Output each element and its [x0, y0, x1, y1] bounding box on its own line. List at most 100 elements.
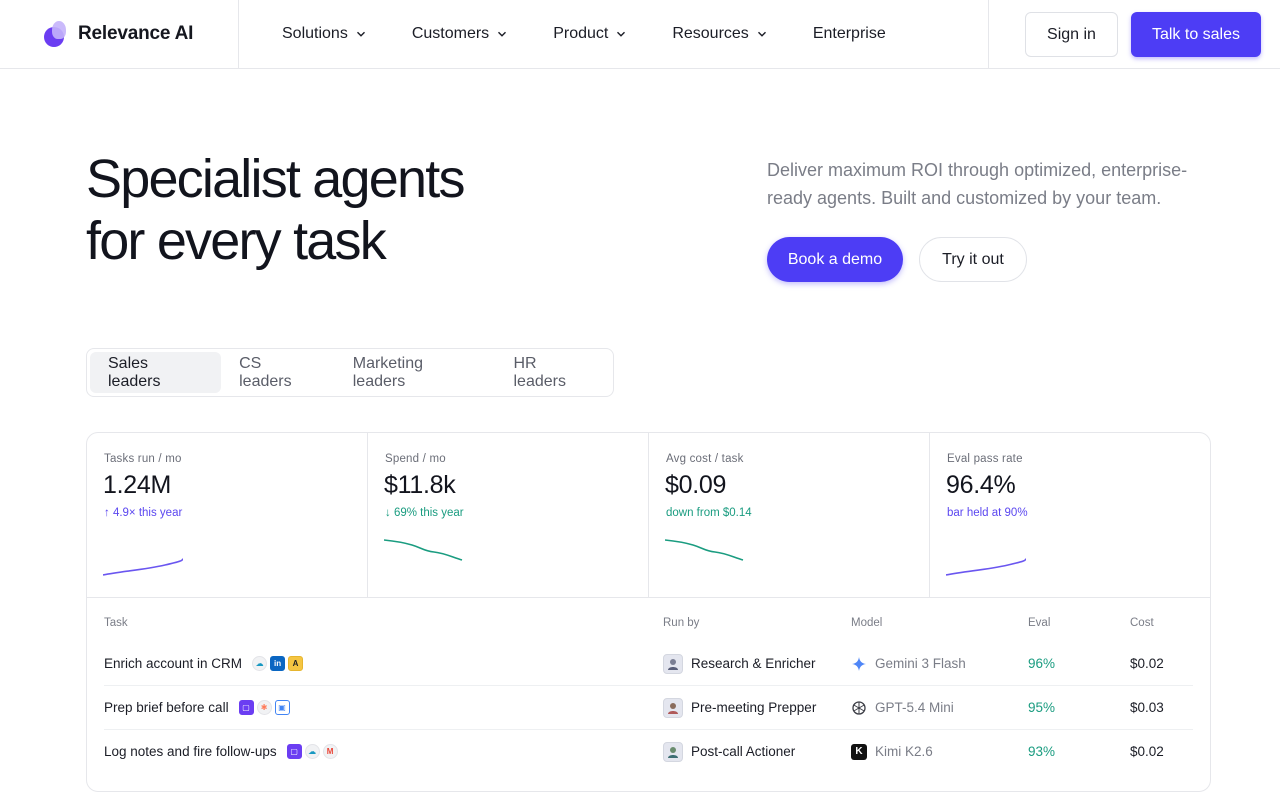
agent-avatar	[663, 697, 683, 718]
sparkline-up	[103, 558, 183, 576]
nav-item-resources[interactable]: Resources	[672, 22, 766, 46]
tab-sales-leaders[interactable]: Sales leaders	[90, 352, 222, 393]
salesforce-icon: ☁	[252, 656, 268, 671]
task-name: Log notes and fire follow-ups	[104, 744, 277, 759]
nav-item-enterprise[interactable]: Enterprise	[813, 22, 886, 46]
calendar-icon: ▢	[238, 700, 254, 715]
task-name: Enrich account in CRM	[104, 656, 243, 671]
nav-item-label: Product	[553, 25, 609, 42]
cost-value: $0.02	[1130, 656, 1164, 671]
model-name: Kimi K2.6	[875, 744, 933, 759]
nav-item-label: Resources	[672, 25, 749, 42]
stat-label: Spend / mo	[385, 453, 446, 465]
google-calendar-icon: ▣	[274, 700, 290, 715]
col-model: Model	[851, 617, 883, 629]
nav-menu: Solutions Customers Product Resources En…	[282, 22, 932, 46]
hero-title: Specialist agents for every task	[86, 148, 556, 272]
salesforce-icon: ☁	[304, 744, 320, 759]
openai-icon	[852, 700, 866, 715]
eval-value: 95%	[1028, 700, 1056, 715]
eval-value: 93%	[1028, 744, 1056, 759]
nav-divider	[988, 0, 989, 69]
stat-value: 96.4%	[946, 471, 1016, 499]
gmail-icon: M	[322, 744, 338, 759]
stat-note: ↑ 4.9× this year	[104, 507, 183, 519]
hubspot-icon: ✱	[256, 700, 272, 715]
agent-name: Pre-meeting Prepper	[691, 700, 817, 715]
col-run-by: Run by	[663, 617, 700, 629]
book-demo-button[interactable]: Book a demo	[767, 237, 903, 282]
model-name: GPT-5.4 Mini	[875, 700, 954, 715]
stat-eval-pass-rate: Eval pass rate 96.4% bar held at 90%	[930, 433, 1210, 598]
task-cell: Log notes and fire follow-ups ▢ ☁ M	[104, 730, 338, 773]
stats-row: Tasks run / mo 1.24M ↑ 4.9× this year Sp…	[87, 433, 1210, 598]
col-cost: Cost	[1130, 617, 1154, 629]
col-task: Task	[104, 617, 128, 629]
cost-value: $0.02	[1130, 744, 1164, 759]
nav-item-solutions[interactable]: Solutions	[282, 22, 366, 46]
tab-marketing-leaders[interactable]: Marketing leaders	[335, 352, 496, 393]
nav-item-label: Solutions	[282, 25, 348, 42]
nav-item-product[interactable]: Product	[553, 22, 626, 46]
agent-avatar	[663, 653, 683, 674]
chevron-down-icon	[617, 31, 626, 37]
table-row[interactable]: Enrich account in CRM ☁ in A Research & …	[104, 642, 1193, 686]
stat-note: bar held at 90%	[947, 507, 1028, 519]
agent-name: Post-call Actioner	[691, 744, 796, 759]
model-name: Gemini 3 Flash	[875, 656, 966, 671]
stat-avg-cost: Avg cost / task $0.09 down from $0.14	[649, 433, 930, 598]
tab-hr-leaders[interactable]: HR leaders	[496, 352, 611, 393]
hero-subtitle: Deliver maximum ROI through optimized, e…	[767, 160, 1188, 208]
model-cell: K Kimi K2.6	[851, 730, 933, 773]
nav-item-customers[interactable]: Customers	[412, 22, 507, 46]
app-icons: ▢ ☁ M	[286, 744, 338, 759]
calendar-icon: ▢	[286, 744, 302, 759]
model-cell: GPT-5.4 Mini	[851, 686, 954, 729]
run-by-cell: Pre-meeting Prepper	[663, 686, 816, 729]
sparkline-down	[665, 539, 744, 561]
model-cell: Gemini 3 Flash	[851, 642, 966, 685]
sign-in-button[interactable]: Sign in	[1025, 12, 1118, 57]
task-cell: Enrich account in CRM ☁ in A	[104, 642, 304, 685]
metrics-card: Tasks run / mo 1.24M ↑ 4.9× this year Sp…	[86, 432, 1211, 792]
nav-item-label: Enterprise	[812, 25, 886, 42]
talk-to-sales-button[interactable]: Talk to sales	[1131, 12, 1261, 57]
kimi-icon: K	[851, 743, 867, 760]
chevron-down-icon	[498, 31, 507, 37]
run-by-cell: Post-call Actioner	[663, 730, 795, 773]
relevance-logo-icon	[44, 21, 68, 47]
agent-name: Research & Enricher	[691, 656, 816, 671]
nav-item-label: Customers	[411, 25, 490, 42]
col-eval: Eval	[1028, 617, 1051, 629]
chevron-down-icon	[757, 31, 766, 37]
gemini-icon	[852, 656, 866, 671]
tab-cs-leaders[interactable]: CS leaders	[221, 352, 335, 393]
brand-name: Relevance AI	[78, 23, 194, 44]
run-by-cell: Research & Enricher	[663, 642, 816, 685]
top-nav: Relevance AI Solutions Customers Product…	[0, 0, 1280, 69]
sparkline-up	[946, 558, 1026, 576]
hero-title-line2: for every task	[86, 211, 387, 271]
hero-title-line1: Specialist agents	[86, 149, 465, 209]
stat-label: Tasks run / mo	[104, 453, 182, 465]
task-name: Prep brief before call	[104, 700, 229, 715]
app-icons: ☁ in A	[252, 656, 304, 671]
table-header: Task Run by Model Eval Cost	[104, 617, 1194, 633]
brand-logo[interactable]: Relevance AI	[44, 20, 193, 48]
persona-tabs: Sales leaders CS leaders Marketing leade…	[86, 348, 614, 397]
stat-value: $0.09	[665, 471, 727, 499]
stat-value: $11.8k	[384, 471, 456, 499]
stat-spend: Spend / mo $11.8k ↓ 69% this year	[368, 433, 649, 598]
table-row[interactable]: Log notes and fire follow-ups ▢ ☁ M Post…	[104, 730, 1193, 774]
try-it-out-button[interactable]: Try it out	[919, 237, 1027, 282]
eval-value: 96%	[1028, 656, 1056, 671]
apollo-icon: A	[288, 656, 304, 671]
stat-note: down from $0.14	[666, 507, 752, 519]
app-icons: ▢ ✱ ▣	[238, 700, 290, 715]
stat-note: ↓ 69% this year	[385, 507, 464, 519]
stat-tasks-run: Tasks run / mo 1.24M ↑ 4.9× this year	[87, 433, 368, 598]
stat-value: 1.24M	[103, 471, 171, 499]
task-cell: Prep brief before call ▢ ✱ ▣	[104, 686, 290, 729]
stat-label: Avg cost / task	[666, 453, 744, 465]
table-row[interactable]: Prep brief before call ▢ ✱ ▣ Pre-meeting…	[104, 686, 1193, 730]
